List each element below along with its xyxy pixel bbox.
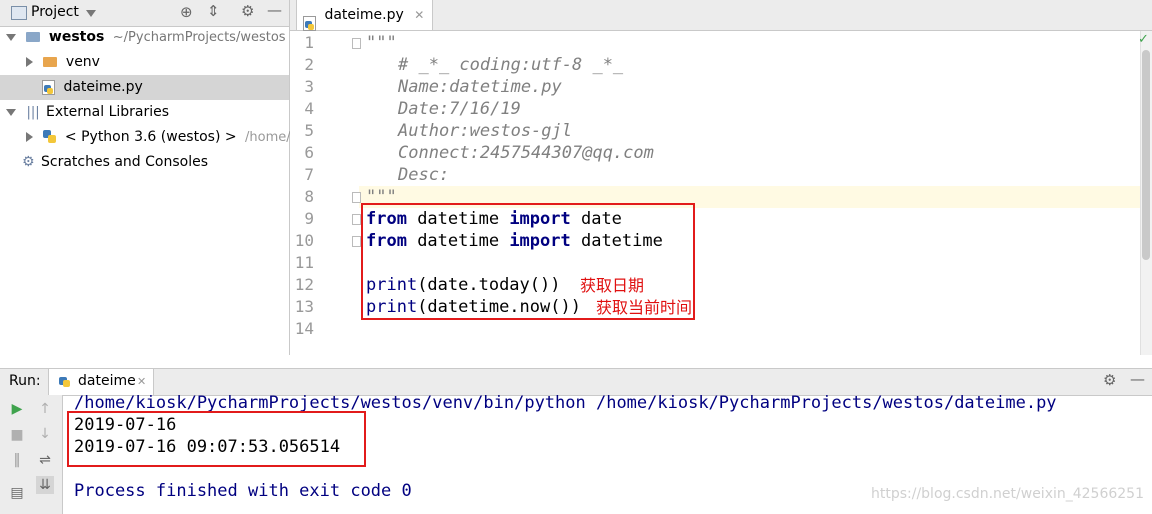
line-number: 1 <box>304 33 314 52</box>
project-view-icon <box>11 6 27 20</box>
tree-item-external-libraries[interactable]: ||| External Libraries <box>0 100 169 125</box>
hide-panel-icon[interactable]: — <box>1130 370 1145 388</box>
folder-icon <box>26 32 41 42</box>
chevron-right-icon[interactable] <box>26 132 33 142</box>
line-number: 2 <box>304 55 314 74</box>
line-number: 12 <box>294 275 314 294</box>
line-number: 14 <box>294 319 314 338</box>
close-icon[interactable]: ✕ <box>414 8 424 22</box>
folder-icon <box>43 57 58 67</box>
line-number: 9 <box>304 209 314 228</box>
tree-item-scratches[interactable]: ⚙ Scratches and Consoles <box>0 150 208 175</box>
editor-tab-label: dateime.py <box>324 7 404 23</box>
line-number: 11 <box>294 253 314 272</box>
code-line: Author:westos-gjl <box>398 121 572 141</box>
fold-marker-icon[interactable] <box>352 214 361 225</box>
root-folder-path: ~/PycharmProjects/westos <box>112 30 286 45</box>
soft-wrap-icon[interactable]: ⇌ <box>36 451 54 469</box>
run-tab-label: dateime <box>78 373 136 389</box>
gear-icon[interactable]: ⚙ <box>1103 371 1116 389</box>
up-arrow-icon[interactable]: ↑ <box>36 400 54 418</box>
code-line: """ <box>366 33 397 53</box>
line-number: 10 <box>294 231 314 250</box>
run-label: Run: <box>9 373 41 389</box>
python-file-icon <box>59 375 71 387</box>
check-icon: ✓ <box>1138 32 1149 47</box>
pause-icon[interactable]: ‖ <box>8 451 26 469</box>
stop-icon[interactable]: ■ <box>8 426 26 444</box>
editor-scrollbar-thumb[interactable] <box>1142 50 1150 260</box>
layout-icon[interactable]: ▤ <box>8 484 26 502</box>
watermark: https://blog.csdn.net/weixin_42566251 <box>870 486 1144 502</box>
rerun-icon[interactable]: ▶ <box>8 400 26 418</box>
chevron-down-icon[interactable] <box>86 10 96 17</box>
code-line: Desc: <box>398 165 450 185</box>
code-line: Date:7/16/19 <box>398 99 521 119</box>
gear-icon[interactable]: ⚙ <box>241 2 254 20</box>
line-number: 6 <box>304 143 314 162</box>
highlight-box-code <box>361 203 695 320</box>
line-number: 5 <box>304 121 314 140</box>
tree-item-python-sdk[interactable]: < Python 3.6 (westos) > /home/kio <box>0 125 310 150</box>
chevron-down-icon[interactable] <box>6 33 16 41</box>
code-line: Connect:2457544307@qq.com <box>398 143 654 163</box>
project-panel-header: Project ⊕ ⇕ ⚙ — <box>0 0 289 27</box>
fold-marker-icon[interactable] <box>352 236 361 247</box>
tree-item-venv[interactable]: venv <box>0 50 100 75</box>
hide-panel-icon[interactable]: — <box>267 1 282 19</box>
python-file-icon <box>303 8 316 31</box>
line-number: 8 <box>304 187 314 206</box>
line-number: 3 <box>304 77 314 96</box>
scratches-label: Scratches and Consoles <box>41 154 209 170</box>
line-number: 13 <box>294 297 314 316</box>
scratches-icon: ⚙ <box>22 154 35 170</box>
scroll-to-end-icon[interactable]: ⇊ <box>36 476 54 494</box>
down-arrow-icon[interactable]: ↓ <box>36 425 54 443</box>
venv-label: venv <box>65 54 100 70</box>
chevron-right-icon[interactable] <box>26 57 33 67</box>
file-label: dateime.py <box>63 79 143 95</box>
editor-tab-dateime[interactable]: dateime.py ✕ <box>296 0 434 31</box>
fold-marker-icon[interactable] <box>352 38 361 49</box>
console-exit-message: Process finished with exit code 0 <box>74 481 412 501</box>
fold-marker-icon[interactable] <box>352 192 361 203</box>
close-icon[interactable]: ✕ <box>137 375 146 388</box>
locate-file-icon[interactable]: ⊕ <box>180 3 193 21</box>
library-icon: ||| <box>26 105 40 120</box>
external-libraries-label: External Libraries <box>46 104 170 120</box>
line-number: 4 <box>304 99 314 118</box>
line-number: 7 <box>304 165 314 184</box>
collapse-all-icon[interactable]: ⇕ <box>207 2 220 20</box>
code-line: # _*_ coding:utf-8 _*_ <box>398 55 624 75</box>
code-line: Name:datetime.py <box>398 77 562 97</box>
project-view-title[interactable]: Project <box>31 4 79 20</box>
tree-item-root[interactable]: westos ~/PycharmProjects/westos <box>0 25 286 50</box>
python-file-icon <box>42 80 55 95</box>
tree-item-file[interactable]: dateime.py <box>0 75 289 100</box>
chevron-down-icon[interactable] <box>6 108 16 116</box>
python-sdk-label: < Python 3.6 (westos) > <box>64 129 237 145</box>
python-icon <box>43 130 57 144</box>
root-folder-name: westos <box>48 29 105 45</box>
highlight-box-output <box>67 411 366 467</box>
